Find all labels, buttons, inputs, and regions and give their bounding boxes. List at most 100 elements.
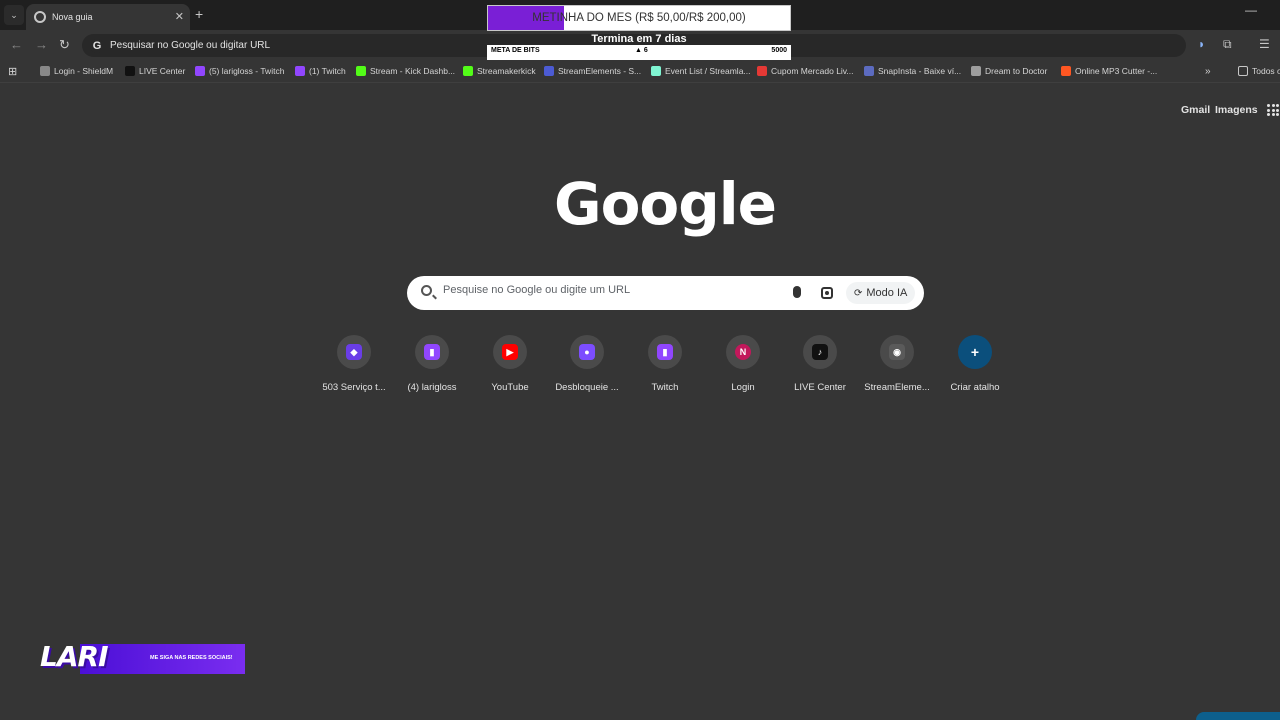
shortcut-label: YouTube <box>491 382 529 393</box>
tab-search-button[interactable]: ⌄ <box>4 5 24 25</box>
shortcut-label: Twitch <box>651 382 679 393</box>
chrome-icon <box>34 11 46 23</box>
gmail-link[interactable]: Gmail <box>1181 104 1210 116</box>
twitch-icon: ▮ <box>657 344 673 360</box>
shortcut-icon: ◆ <box>346 344 362 360</box>
bookmark-favicon <box>463 66 473 76</box>
bookmark-favicon <box>125 66 135 76</box>
google-icon: G <box>90 38 104 53</box>
bits-goal-max: 5000 <box>771 47 787 54</box>
add-shortcut-tile[interactable]: + Criar atalho <box>937 335 1013 393</box>
ai-mode-label: Modo IA <box>866 287 908 299</box>
corner-accent <box>1196 712 1280 720</box>
shortcut-label: Login <box>731 382 755 393</box>
bookmark-item[interactable]: StreamElements - S... <box>544 66 641 76</box>
address-bar-text: Pesquisar no Google ou digitar URL <box>110 40 271 51</box>
back-icon[interactable]: ← <box>10 37 23 52</box>
bookmark-favicon <box>295 66 305 76</box>
all-bookmarks-folder[interactable]: Todos o <box>1238 66 1280 76</box>
lari-logo: LARI <box>40 640 108 673</box>
streamelements-icon: ◉ <box>889 344 905 360</box>
shortcut-icon: N <box>735 344 751 360</box>
tab-close-icon[interactable]: ✕ <box>175 10 184 23</box>
tab-title: Nova guia <box>52 12 93 22</box>
shortcut-label: 503 Serviço t... <box>322 382 386 393</box>
bookmark-favicon <box>1061 66 1071 76</box>
shortcut-label: Desbloqueie ... <box>555 382 619 393</box>
microphone-icon[interactable] <box>793 286 801 298</box>
twitch-icon: ▮ <box>424 344 440 360</box>
search-box[interactable]: ⟳ Modo IA <box>407 276 924 310</box>
shortcut-tile[interactable]: ◆ 503 Serviço t... <box>316 335 392 393</box>
bookmark-item[interactable]: Streamakerkick <box>463 66 536 76</box>
shortcut-icon: ● <box>579 344 595 360</box>
bookmarks-overflow-icon[interactable]: » <box>1205 66 1211 77</box>
extensions-icon[interactable]: ⧉ <box>1223 37 1232 52</box>
goal-text: METINHA DO MES (R$ 50,00/R$ 200,00) <box>532 12 746 24</box>
bookmark-item[interactable]: (5) larigloss - Twitch <box>195 66 284 76</box>
bookmark-favicon <box>651 66 661 76</box>
shortcut-tile[interactable]: ◉ StreamEleme... <box>859 335 935 393</box>
bookmark-item[interactable]: (1) Twitch <box>295 66 346 76</box>
images-link[interactable]: Imagens <box>1215 104 1258 116</box>
bookmark-item[interactable]: Dream to Doctor <box>971 66 1047 76</box>
shortcut-tile[interactable]: ▮ (4) larigloss <box>394 335 470 393</box>
plus-icon: + <box>970 344 980 360</box>
tiktok-icon: ♪ <box>812 344 828 360</box>
shortcut-icon-circle: ● <box>570 335 604 369</box>
tab-new-tab[interactable]: Nova guia ✕ <box>26 4 190 30</box>
lari-subtitle: ME SIGA NAS REDES SOCIAIS! <box>150 655 233 661</box>
shortcut-icon-circle: ♪ <box>803 335 837 369</box>
search-input[interactable] <box>443 284 773 296</box>
forward-icon[interactable]: → <box>35 37 48 52</box>
shortcut-icon-circle: ◆ <box>337 335 371 369</box>
bits-goal-bar: META DE BITS ▲ 6 5000 <box>487 45 791 60</box>
goal-deadline: Termina em 7 dias <box>591 33 687 45</box>
folder-icon <box>1238 66 1248 76</box>
shortcut-label: (4) larigloss <box>407 382 457 393</box>
google-logo: Google <box>553 170 777 238</box>
bookmark-favicon <box>195 66 205 76</box>
shortcut-tile[interactable]: N Login <box>705 335 781 393</box>
shortcut-tile[interactable]: ▮ Twitch <box>627 335 703 393</box>
ai-mode-button[interactable]: ⟳ Modo IA <box>846 282 916 304</box>
ai-search-icon: ⟳ <box>854 287 863 299</box>
shortcut-tile[interactable]: ● Desbloqueie ... <box>549 335 625 393</box>
bookmark-favicon <box>971 66 981 76</box>
new-tab-button[interactable]: + <box>195 6 203 22</box>
google-apps-icon[interactable] <box>1267 104 1279 116</box>
goal-progress-bar: METINHA DO MES (R$ 50,00/R$ 200,00) <box>487 5 791 31</box>
shortcut-tile[interactable]: ▶ YouTube <box>472 335 548 393</box>
bookmark-favicon <box>757 66 767 76</box>
bookmark-favicon <box>544 66 554 76</box>
bookmark-item[interactable]: LIVE Center <box>125 66 185 76</box>
lari-badge: LARI ME SIGA NAS REDES SOCIAIS! <box>40 640 245 678</box>
bookmark-favicon <box>40 66 50 76</box>
shortcut-tile[interactable]: ♪ LIVE Center <box>782 335 858 393</box>
bookmark-favicon <box>356 66 366 76</box>
lens-icon[interactable] <box>821 287 833 299</box>
bookmark-item[interactable]: Event List / Streamla... <box>651 66 751 76</box>
shortcut-label: Criar atalho <box>950 382 1000 393</box>
shortcut-icon-circle: N <box>726 335 760 369</box>
media-icon[interactable]: ◗ <box>1198 37 1205 51</box>
bookmark-favicon <box>864 66 874 76</box>
add-shortcut-circle: + <box>958 335 992 369</box>
apps-icon[interactable]: ⊞ <box>8 65 17 78</box>
shortcut-icon-circle: ▮ <box>648 335 682 369</box>
reload-icon[interactable]: ↻ <box>59 37 70 53</box>
minimize-button[interactable]: — <box>1245 3 1257 17</box>
shortcut-label: StreamEleme... <box>864 382 930 393</box>
bookmark-item[interactable]: SnapInsta - Baixe ví... <box>864 66 961 76</box>
shortcut-icon-circle: ▶ <box>493 335 527 369</box>
bookmark-item[interactable]: Online MP3 Cutter -... <box>1061 66 1157 76</box>
bits-goal-label: META DE BITS <box>491 47 540 54</box>
menu-icon[interactable]: ☰ <box>1259 37 1270 51</box>
bookmark-item[interactable]: Login - ShieldM <box>40 66 113 76</box>
shortcut-label: LIVE Center <box>794 382 846 393</box>
youtube-icon: ▶ <box>502 344 518 360</box>
bookmark-item[interactable]: Cupom Mercado Liv... <box>757 66 854 76</box>
bookmark-item[interactable]: Stream - Kick Dashb... <box>356 66 455 76</box>
bits-goal-current: ▲ 6 <box>635 47 648 54</box>
search-icon <box>421 285 432 296</box>
